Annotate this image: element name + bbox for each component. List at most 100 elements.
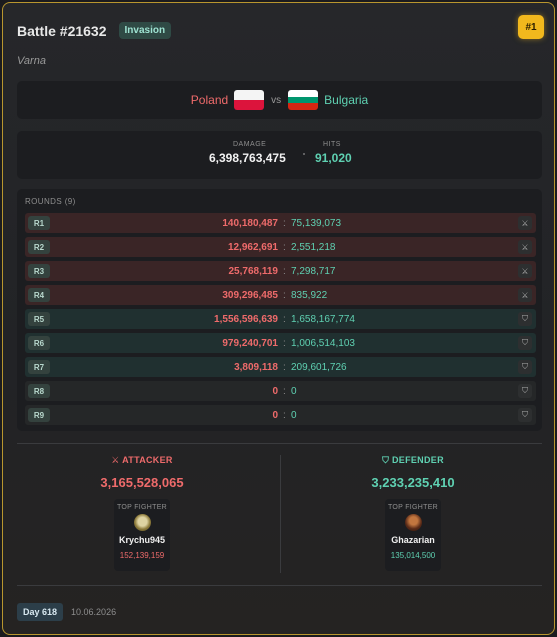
- top-fighter-damage: 152,139,159: [119, 551, 165, 560]
- damage-label: DAMAGE: [233, 141, 267, 148]
- attacker-summary: ⚔ ATTACKER 3,165,528,065 TOP FIGHTER Kry…: [17, 455, 267, 571]
- round-defender-damage: 1,006,514,103: [291, 337, 355, 349]
- defender-country[interactable]: Bulgaria: [324, 93, 368, 107]
- round-defender-damage: 835,922: [291, 289, 328, 301]
- battle-location: Varna: [17, 55, 46, 67]
- round-attacker-damage: 979,240,701: [222, 337, 278, 349]
- round-label: R3: [28, 264, 50, 278]
- crossed-swords-icon: ⚔: [111, 455, 120, 465]
- round-attacker-damage: 1,556,596,639: [214, 313, 278, 325]
- round-row[interactable]: R8 0 : 0 ⛉: [25, 381, 536, 401]
- round-defender-damage: 7,298,717: [291, 265, 336, 277]
- round-attacker-damage: 12,962,691: [227, 241, 278, 253]
- round-label: R4: [28, 288, 50, 302]
- battle-card: Battle #21632 Invasion #1 Varna Poland v…: [2, 2, 555, 635]
- defender-heading: ⛉ DEFENDER: [288, 455, 538, 466]
- hits-stat: HITS 91,020: [315, 141, 352, 165]
- attacker-country[interactable]: Poland: [191, 93, 228, 107]
- round-defender-damage: 0: [291, 385, 297, 397]
- top-fighter-name[interactable]: Krychu945: [114, 535, 170, 545]
- battle-date: 10.06.2026: [71, 607, 117, 617]
- round-label: R2: [28, 240, 50, 254]
- shield-icon: ⛉: [518, 360, 532, 374]
- bulgaria-flag-icon: [288, 90, 319, 110]
- shield-icon: ⛉: [518, 408, 532, 422]
- round-separator: :: [283, 337, 286, 349]
- round-label: R7: [28, 360, 50, 374]
- defender-heading-label: DEFENDER: [391, 455, 444, 465]
- top-fighter-label: TOP FIGHTER: [387, 504, 439, 511]
- shield-icon: ⛉: [518, 384, 532, 398]
- poland-flag-icon: [234, 90, 265, 110]
- day-badge: Day 618: [17, 603, 64, 621]
- defender-total-damage: 3,233,235,410: [371, 475, 455, 490]
- attacker-heading-label: ATTACKER: [122, 455, 173, 465]
- round-row[interactable]: R5 1,556,596,639 : 1,658,167,774 ⛉: [25, 309, 536, 329]
- matchup-panel: Poland vs Bulgaria: [17, 81, 542, 119]
- top-fighter-damage: 135,014,500: [390, 551, 436, 560]
- sides-divider: [280, 455, 281, 573]
- attacker-top-fighter[interactable]: TOP FIGHTER Krychu945 152,139,159: [114, 499, 170, 571]
- round-row[interactable]: R2 12,962,691 : 2,551,218 ⚔: [25, 237, 536, 257]
- round-separator: :: [283, 313, 286, 325]
- round-separator: :: [283, 217, 286, 229]
- rank-badge: #1: [518, 15, 544, 39]
- round-attacker-damage: 25,768,119: [228, 265, 279, 277]
- battle-stats-panel: DAMAGE 6,398,763,475 HITS 91,020: [17, 131, 542, 179]
- section-divider: [17, 443, 542, 444]
- attacker-total-damage: 3,165,528,065: [100, 475, 184, 490]
- round-label: R5: [28, 312, 50, 326]
- round-defender-damage: 0: [291, 409, 297, 421]
- crossed-swords-icon: ⚔: [518, 288, 532, 302]
- round-attacker-damage: 3,809,118: [234, 361, 278, 373]
- round-separator: :: [283, 409, 286, 421]
- round-row[interactable]: R4 309,296,485 : 835,922 ⚔: [25, 285, 536, 305]
- shield-icon: ⛉: [518, 336, 532, 350]
- round-label: R8: [28, 384, 50, 398]
- round-separator: :: [283, 265, 286, 277]
- round-label: R1: [28, 216, 50, 230]
- damage-value: 6,398,763,475: [209, 151, 286, 165]
- damage-stat: DAMAGE 6,398,763,475: [209, 141, 286, 165]
- round-separator: :: [283, 385, 286, 397]
- defender-top-fighter[interactable]: TOP FIGHTER Ghazarian 135,014,500: [385, 499, 441, 571]
- avatar: [133, 514, 151, 531]
- round-attacker-damage: 0: [272, 385, 278, 397]
- avatar: [404, 514, 422, 531]
- round-row[interactable]: R1 140,180,487 : 75,139,073 ⚔: [25, 213, 536, 233]
- rounds-list: R1 140,180,487 : 75,139,073 ⚔ R2 12,962,…: [25, 213, 536, 429]
- battle-type-badge: Invasion: [118, 22, 172, 39]
- rounds-title: ROUNDS (9): [25, 197, 76, 206]
- attacker-heading: ⚔ ATTACKER: [17, 455, 267, 466]
- round-defender-damage: 75,139,073: [291, 217, 342, 229]
- crossed-swords-icon: ⚔: [518, 216, 532, 230]
- round-defender-damage: 209,601,726: [291, 361, 347, 373]
- round-row[interactable]: R3 25,768,119 : 7,298,717 ⚔: [25, 261, 536, 281]
- footer-divider: [17, 585, 542, 586]
- round-defender-damage: 2,551,218: [291, 241, 336, 253]
- round-row[interactable]: R9 0 : 0 ⛉: [25, 405, 536, 425]
- shield-icon: ⛉: [518, 312, 532, 326]
- round-label: R9: [28, 408, 50, 422]
- rounds-panel: ROUNDS (9) R1 140,180,487 : 75,139,073 ⚔…: [17, 189, 542, 431]
- battle-footer: Day 618 10.06.2026: [17, 603, 116, 621]
- round-attacker-damage: 309,296,485: [222, 289, 278, 301]
- crossed-swords-icon: ⚔: [518, 240, 532, 254]
- round-separator: :: [283, 289, 286, 301]
- defender-summary: ⛉ DEFENDER 3,233,235,410 TOP FIGHTER Gha…: [288, 455, 538, 571]
- round-label: R6: [28, 336, 50, 350]
- vs-label: vs: [271, 94, 282, 106]
- top-fighter-name[interactable]: Ghazarian: [385, 535, 441, 545]
- round-separator: :: [283, 241, 286, 253]
- round-attacker-damage: 140,180,487: [222, 217, 278, 229]
- round-row[interactable]: R7 3,809,118 : 209,601,726 ⛉: [25, 357, 536, 377]
- hits-value: 91,020: [315, 151, 352, 165]
- stats-divider-dot: [303, 153, 305, 155]
- round-row[interactable]: R6 979,240,701 : 1,006,514,103 ⛉: [25, 333, 536, 353]
- shield-icon: ⛉: [382, 455, 390, 465]
- battle-header: Battle #21632 Invasion: [17, 22, 172, 39]
- round-defender-damage: 1,658,167,774: [291, 313, 355, 325]
- round-separator: :: [283, 361, 286, 373]
- hits-label: HITS: [323, 141, 341, 148]
- crossed-swords-icon: ⚔: [518, 264, 532, 278]
